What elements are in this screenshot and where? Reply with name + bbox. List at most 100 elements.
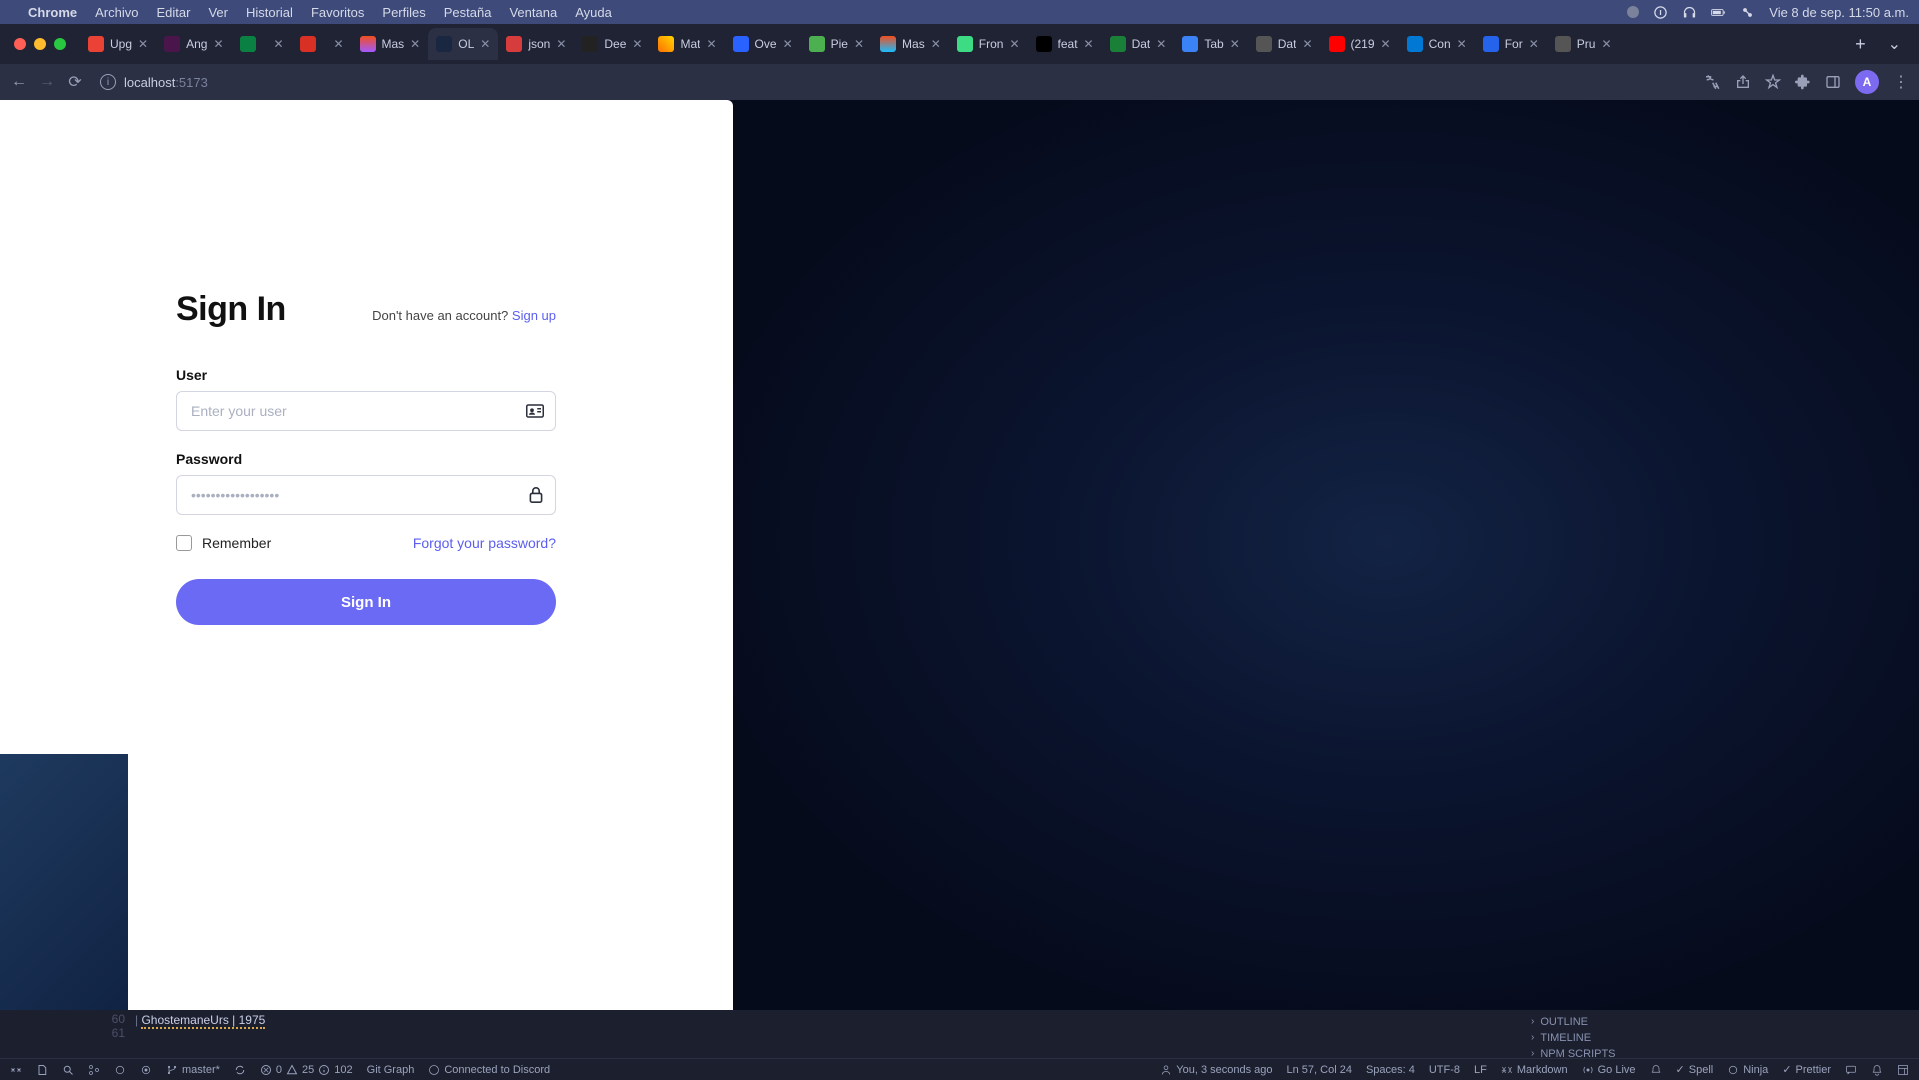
signup-link[interactable]: Sign up [512, 308, 556, 323]
window-maximize-icon[interactable] [54, 38, 66, 50]
browser-tab[interactable]: OL✕ [428, 28, 498, 60]
nav-forward-button[interactable]: → [38, 73, 56, 91]
nav-back-button[interactable]: ← [10, 73, 28, 91]
browser-tab[interactable]: Mas✕ [352, 28, 429, 60]
tab-title: Dat [1278, 37, 1297, 51]
url-display[interactable]: i localhost:5173 [100, 74, 208, 90]
tab-close-icon[interactable]: ✕ [138, 37, 148, 51]
profile-avatar[interactable]: A [1855, 70, 1879, 94]
browser-tab[interactable]: Fron✕ [949, 28, 1028, 60]
tab-close-icon[interactable]: ✕ [1529, 37, 1539, 51]
menubar-clock[interactable]: Vie 8 de sep. 11:50 a.m. [1769, 5, 1909, 20]
tab-close-icon[interactable]: ✕ [1302, 37, 1312, 51]
tab-close-icon[interactable]: ✕ [706, 37, 716, 51]
signin-button[interactable]: Sign In [176, 579, 556, 625]
browser-tab[interactable]: Tab✕ [1174, 28, 1247, 60]
browser-tab[interactable]: ✕ [292, 28, 352, 60]
tab-close-icon[interactable]: ✕ [931, 37, 941, 51]
menu-ventana[interactable]: Ventana [509, 5, 557, 20]
menu-ayuda[interactable]: Ayuda [575, 5, 612, 20]
user-input[interactable] [176, 391, 556, 431]
browser-tab[interactable]: json✕ [498, 28, 574, 60]
extensions-icon[interactable] [1795, 74, 1811, 90]
menubar-status-dot-icon[interactable] [1627, 6, 1639, 18]
tab-close-icon[interactable]: ✕ [480, 37, 490, 51]
menu-editar[interactable]: Editar [156, 5, 190, 20]
tab-close-icon[interactable]: ✕ [410, 37, 420, 51]
translate-icon[interactable] [1703, 73, 1721, 91]
tab-close-icon[interactable]: ✕ [1230, 37, 1240, 51]
remember-label: Remember [202, 535, 271, 551]
signup-prompt-text: Don't have an account? [372, 308, 512, 323]
browser-tab-strip: Upg✕Ang✕✕✕Mas✕OL✕json✕Dee✕Mat✕Ove✕Pie✕Ma… [0, 24, 1919, 64]
browser-tab[interactable]: Dee✕ [574, 28, 650, 60]
tab-favicon-icon [1555, 36, 1571, 52]
nav-reload-button[interactable]: ⟳ [66, 73, 84, 91]
tab-close-icon[interactable]: ✕ [213, 37, 223, 51]
macos-menubar: Chrome Archivo Editar Ver Historial Favo… [0, 0, 1919, 24]
browser-tab[interactable]: feat ✕ [1028, 28, 1102, 60]
tab-close-icon[interactable]: ✕ [1009, 37, 1019, 51]
hero-background [733, 100, 1919, 1080]
tab-close-icon[interactable]: ✕ [556, 37, 566, 51]
tab-close-icon[interactable]: ✕ [632, 37, 642, 51]
tab-close-icon[interactable]: ✕ [273, 37, 283, 51]
new-tab-button[interactable]: + [1845, 34, 1876, 55]
forgot-password-link[interactable]: Forgot your password? [413, 535, 556, 551]
remember-checkbox-wrap[interactable]: Remember [176, 535, 271, 551]
tab-close-icon[interactable]: ✕ [1156, 37, 1166, 51]
share-icon[interactable] [1735, 74, 1751, 90]
menubar-app[interactable]: Chrome [28, 5, 77, 20]
browser-tab[interactable]: Dat✕ [1102, 28, 1175, 60]
tab-close-icon[interactable]: ✕ [783, 37, 793, 51]
tab-favicon-icon [1407, 36, 1423, 52]
tab-close-icon[interactable]: ✕ [1381, 37, 1391, 51]
browser-tab[interactable]: Pie ✕ [801, 28, 872, 60]
browser-tab[interactable]: Mas✕ [872, 28, 949, 60]
tab-title: feat [1058, 37, 1078, 51]
sidepanel-icon[interactable] [1825, 74, 1841, 90]
menu-ver[interactable]: Ver [208, 5, 228, 20]
battery-icon[interactable] [1711, 5, 1726, 20]
browser-tab[interactable]: (219✕ [1321, 28, 1399, 60]
tab-favicon-icon [1256, 36, 1272, 52]
browser-tab[interactable]: Ove✕ [725, 28, 801, 60]
browser-tab[interactable]: Dat ✕ [1248, 28, 1321, 60]
tab-close-icon[interactable]: ✕ [1457, 37, 1467, 51]
tab-favicon-icon [1110, 36, 1126, 52]
remember-checkbox[interactable] [176, 535, 192, 551]
menu-historial[interactable]: Historial [246, 5, 293, 20]
tab-close-icon[interactable]: ✕ [1601, 37, 1611, 51]
tab-close-icon[interactable]: ✕ [1084, 37, 1094, 51]
browser-tab[interactable]: For✕ [1475, 28, 1547, 60]
browser-tab[interactable]: ✕ [232, 28, 292, 60]
tab-favicon-icon [436, 36, 452, 52]
headphones-icon[interactable] [1682, 5, 1697, 20]
browser-tab[interactable]: Pru✕ [1547, 28, 1620, 60]
onepassword-icon[interactable] [1653, 5, 1668, 20]
window-close-icon[interactable] [14, 38, 26, 50]
window-minimize-icon[interactable] [34, 38, 46, 50]
tab-favicon-icon [240, 36, 256, 52]
tab-favicon-icon [957, 36, 973, 52]
menu-favoritos[interactable]: Favoritos [311, 5, 364, 20]
password-label: Password [176, 451, 556, 467]
menu-pestana[interactable]: Pestaña [444, 5, 492, 20]
menu-perfiles[interactable]: Perfiles [382, 5, 425, 20]
tab-overflow-button[interactable]: ⌄ [1878, 34, 1911, 54]
browser-tab[interactable]: Con✕ [1399, 28, 1475, 60]
browser-tab[interactable]: Mat✕ [650, 28, 724, 60]
control-center-icon[interactable] [1740, 5, 1755, 20]
password-input[interactable] [176, 475, 556, 515]
menu-archivo[interactable]: Archivo [95, 5, 138, 20]
tab-close-icon[interactable]: ✕ [854, 37, 864, 51]
tab-title: Pie [831, 37, 848, 51]
bookmark-star-icon[interactable] [1765, 74, 1781, 90]
chrome-menu-icon[interactable]: ⋮ [1893, 72, 1909, 92]
url-port: :5173 [175, 75, 208, 90]
tab-favicon-icon [1182, 36, 1198, 52]
browser-tab[interactable]: Ang✕ [156, 28, 231, 60]
site-info-icon[interactable]: i [100, 74, 116, 90]
tab-close-icon[interactable]: ✕ [333, 37, 343, 51]
browser-tab[interactable]: Upg✕ [80, 28, 156, 60]
